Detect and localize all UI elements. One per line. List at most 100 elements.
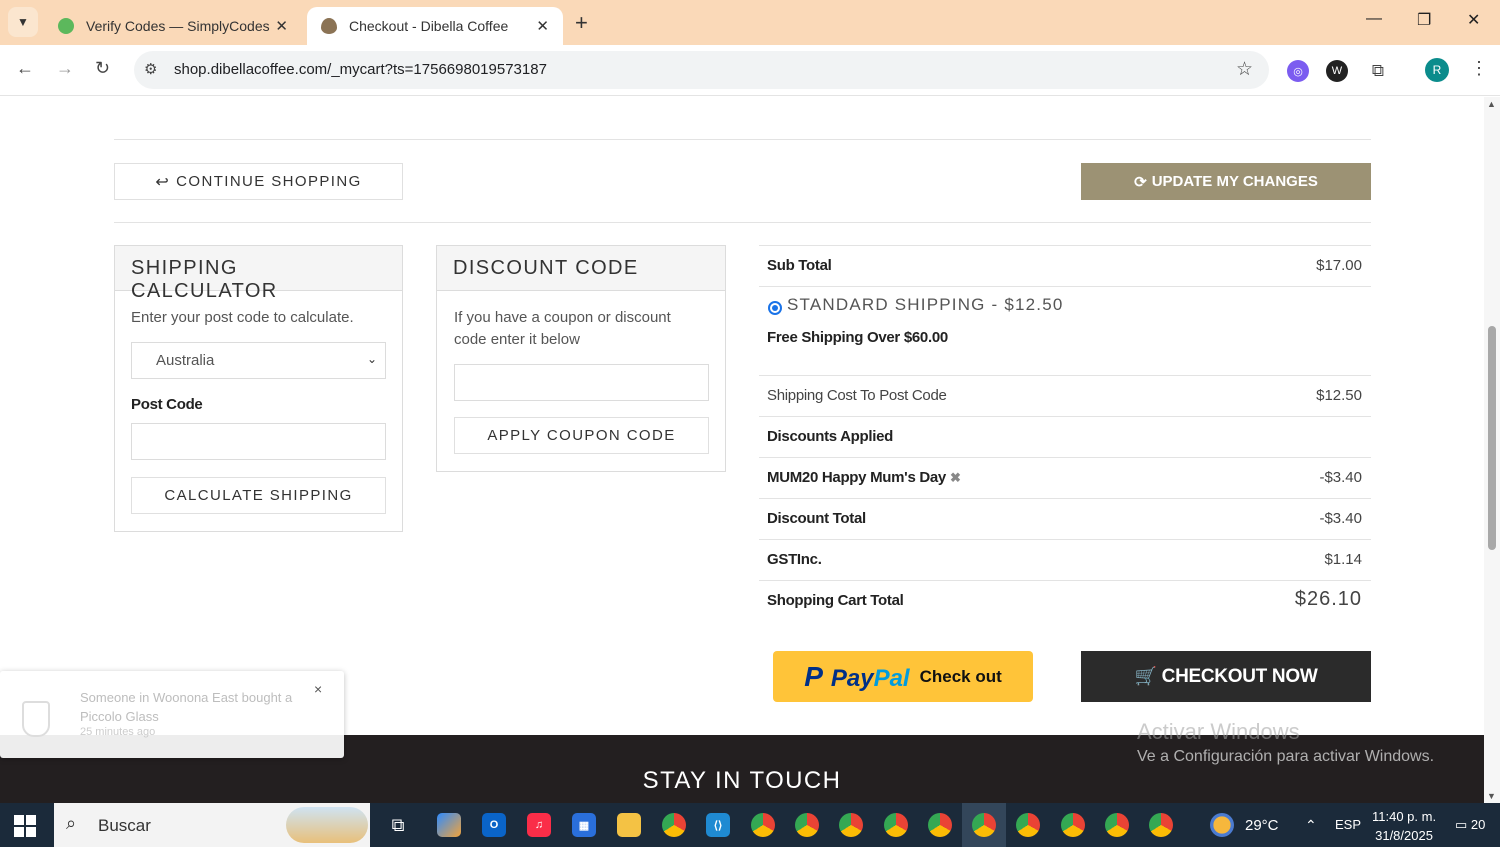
shipping-cost-label: Shipping Cost To Post Code — [767, 387, 947, 404]
gst-row: GSTInc. $1.14 — [759, 539, 1371, 580]
stay-in-touch-title: STAY IN TOUCH — [642, 767, 842, 794]
scroll-down-icon[interactable]: ▼ — [1487, 791, 1496, 801]
discount-code-panel: DISCOUNT CODE If you have a coupon or di… — [436, 245, 726, 472]
paypal-pay: Pay — [830, 664, 874, 692]
chrome-profile-n-icon[interactable] — [795, 813, 819, 837]
extension-dark-icon[interactable]: W — [1326, 60, 1348, 82]
discounts-applied-label: Discounts Applied — [767, 428, 894, 445]
standard-shipping-label[interactable]: STANDARD SHIPPING - $12.50 — [787, 295, 1064, 315]
weather-icon[interactable] — [1210, 813, 1234, 837]
calculate-shipping-button[interactable]: CALCULATE SHIPPING — [131, 477, 386, 514]
continue-shopping-button[interactable]: ↩ CONTINUE SHOPPING — [114, 163, 403, 200]
coupon-value: -$3.40 — [1319, 469, 1362, 486]
shipping-option-row: STANDARD SHIPPING - $12.50 Free Shipping… — [759, 286, 1371, 375]
update-changes-button[interactable]: ⟳ UPDATE MY CHANGES — [1081, 163, 1371, 200]
copilot-icon[interactable] — [437, 813, 461, 837]
menu-kebab-icon[interactable]: ⋮ — [1470, 58, 1488, 79]
tab-search-button[interactable]: ▼ — [8, 7, 38, 37]
update-changes-label: UPDATE MY CHANGES — [1151, 173, 1318, 190]
language-indicator[interactable]: ESP — [1335, 817, 1361, 832]
shipping-cost-value: $12.50 — [1316, 387, 1362, 404]
forward-icon[interactable]: → — [56, 58, 74, 79]
free-shipping-note: Free Shipping Over $60.00 — [767, 329, 948, 346]
chrome-profile-r2-icon[interactable] — [1061, 813, 1085, 837]
close-icon[interactable]: ✕ — [275, 17, 288, 35]
url-text[interactable]: shop.dibellacoffee.com/_mycart?ts=175669… — [174, 61, 547, 78]
taskbar-search-label: Buscar — [98, 816, 151, 835]
chrome-profile-c-icon[interactable] — [839, 813, 863, 837]
divider — [114, 222, 1371, 223]
scroll-up-icon[interactable]: ▲ — [1487, 99, 1496, 109]
cart-total-row: Shopping Cart Total $26.10 — [759, 580, 1371, 621]
close-icon[interactable]: ✕ — [536, 17, 549, 35]
coupon-label-wrap: MUM20 Happy Mum's Day ✖ — [767, 469, 961, 486]
paypal-checkout-button[interactable]: P PayPal Check out — [773, 651, 1033, 702]
purchase-notification[interactable]: Someone in Woonona East bought a Piccolo… — [0, 671, 344, 758]
task-view-icon[interactable]: ⧉ — [386, 813, 410, 837]
glass-icon — [22, 701, 50, 737]
discount-total-label: Discount Total — [767, 510, 866, 527]
clock-time: 11:40 p. m. — [1372, 809, 1437, 824]
shipping-calculator-title: SHIPPING CALCULATOR — [115, 246, 402, 302]
file-explorer-icon[interactable] — [617, 813, 641, 837]
taskbar-clock[interactable]: 11:40 p. m. 31/8/2025 — [1372, 807, 1436, 845]
clock-date: 31/8/2025 — [1375, 828, 1433, 843]
paypal-logo: P PayPal — [804, 661, 909, 693]
chrome-icon[interactable] — [662, 813, 686, 837]
checkout-now-button[interactable]: 🛒 CHECKOUT NOW — [1081, 651, 1371, 702]
reload-icon[interactable]: ↻ — [95, 58, 110, 79]
coupon-row: MUM20 Happy Mum's Day ✖ -$3.40 — [759, 457, 1371, 498]
continue-shopping-label: CONTINUE SHOPPING — [176, 173, 362, 190]
tab-title: Verify Codes — SimplyCodes — [86, 18, 270, 34]
subtotal-label: Sub Total — [767, 257, 832, 274]
restore-icon[interactable]: ❐ — [1417, 10, 1431, 30]
paypal-checkout-label: Check out — [919, 666, 1002, 686]
post-code-input[interactable] — [131, 423, 386, 460]
reply-arrow-icon: ↩ — [155, 173, 171, 191]
scroll-thumb[interactable] — [1488, 326, 1496, 550]
itunes-icon[interactable]: ♫ — [527, 813, 551, 837]
chrome-profile-s2-icon[interactable] — [1105, 813, 1129, 837]
chevron-up-icon[interactable]: ⌃ — [1305, 817, 1317, 834]
gst-value: $1.14 — [1324, 551, 1362, 568]
remove-coupon-icon[interactable]: ✖ — [950, 470, 961, 485]
apply-coupon-label: APPLY COUPON CODE — [487, 427, 676, 444]
window-close-icon[interactable]: ✕ — [1467, 10, 1480, 30]
coupon-code-input[interactable] — [454, 364, 709, 401]
country-select[interactable]: Australia ⌄ — [131, 342, 386, 379]
new-tab-button[interactable]: + — [575, 10, 588, 36]
apply-coupon-button[interactable]: APPLY COUPON CODE — [454, 417, 709, 454]
chrome-profile-s-icon[interactable] — [751, 813, 775, 837]
standard-shipping-radio[interactable] — [768, 301, 782, 315]
extension-purple-icon[interactable]: ◎ — [1287, 60, 1309, 82]
weather-temp[interactable]: 29°C — [1245, 817, 1279, 834]
windows-start-icon[interactable] — [14, 815, 36, 837]
coffee-bean-icon — [321, 18, 337, 34]
page-scrollbar[interactable]: ▲ ▼ — [1484, 97, 1500, 803]
chrome-profile-d-icon[interactable] — [1149, 813, 1173, 837]
discount-instruction: If you have a coupon or discount code en… — [454, 309, 671, 348]
tab-verify-codes[interactable]: Verify Codes — SimplyCodes ✕ — [44, 7, 302, 45]
close-icon[interactable]: × — [314, 681, 322, 697]
bookmark-star-icon[interactable]: ☆ — [1236, 58, 1253, 81]
taskbar-search[interactable]: ⌕ Buscar — [54, 803, 370, 847]
tab-checkout[interactable]: Checkout - Dibella Coffee ✕ — [307, 7, 563, 45]
chrome-profile-r-icon[interactable] — [972, 813, 996, 837]
chrome-profile-e-icon[interactable] — [928, 813, 952, 837]
notification-center[interactable]: ▭ 20 — [1455, 817, 1485, 833]
profile-avatar[interactable]: R — [1425, 58, 1449, 82]
extensions-puzzle-icon[interactable]: ⧉ — [1367, 60, 1389, 82]
windows-taskbar: ⌕ Buscar ⧉ O ♫ ▦ ⟨⟩ 29°C ⌃ ESP 11:40 p. … — [0, 803, 1500, 847]
browser-toolbar: ← → ↻ ⚙ shop.dibellacoffee.com/_mycart?t… — [0, 45, 1500, 96]
paypal-pal: Pal — [873, 664, 910, 692]
address-bar[interactable]: ⚙ shop.dibellacoffee.com/_mycart?ts=1756… — [134, 51, 1269, 89]
back-icon[interactable]: ← — [16, 58, 34, 79]
site-info-icon[interactable]: ⚙ — [144, 60, 157, 78]
minimize-icon[interactable]: — — [1366, 10, 1382, 28]
chrome-profile-i-icon[interactable] — [1016, 813, 1040, 837]
outlook-icon[interactable]: O — [482, 813, 506, 837]
vscode-icon[interactable]: ⟨⟩ — [706, 813, 730, 837]
store-icon[interactable]: ▦ — [572, 813, 596, 837]
chevron-down-icon: ⌄ — [366, 352, 377, 366]
chrome-profile-m-icon[interactable] — [884, 813, 908, 837]
